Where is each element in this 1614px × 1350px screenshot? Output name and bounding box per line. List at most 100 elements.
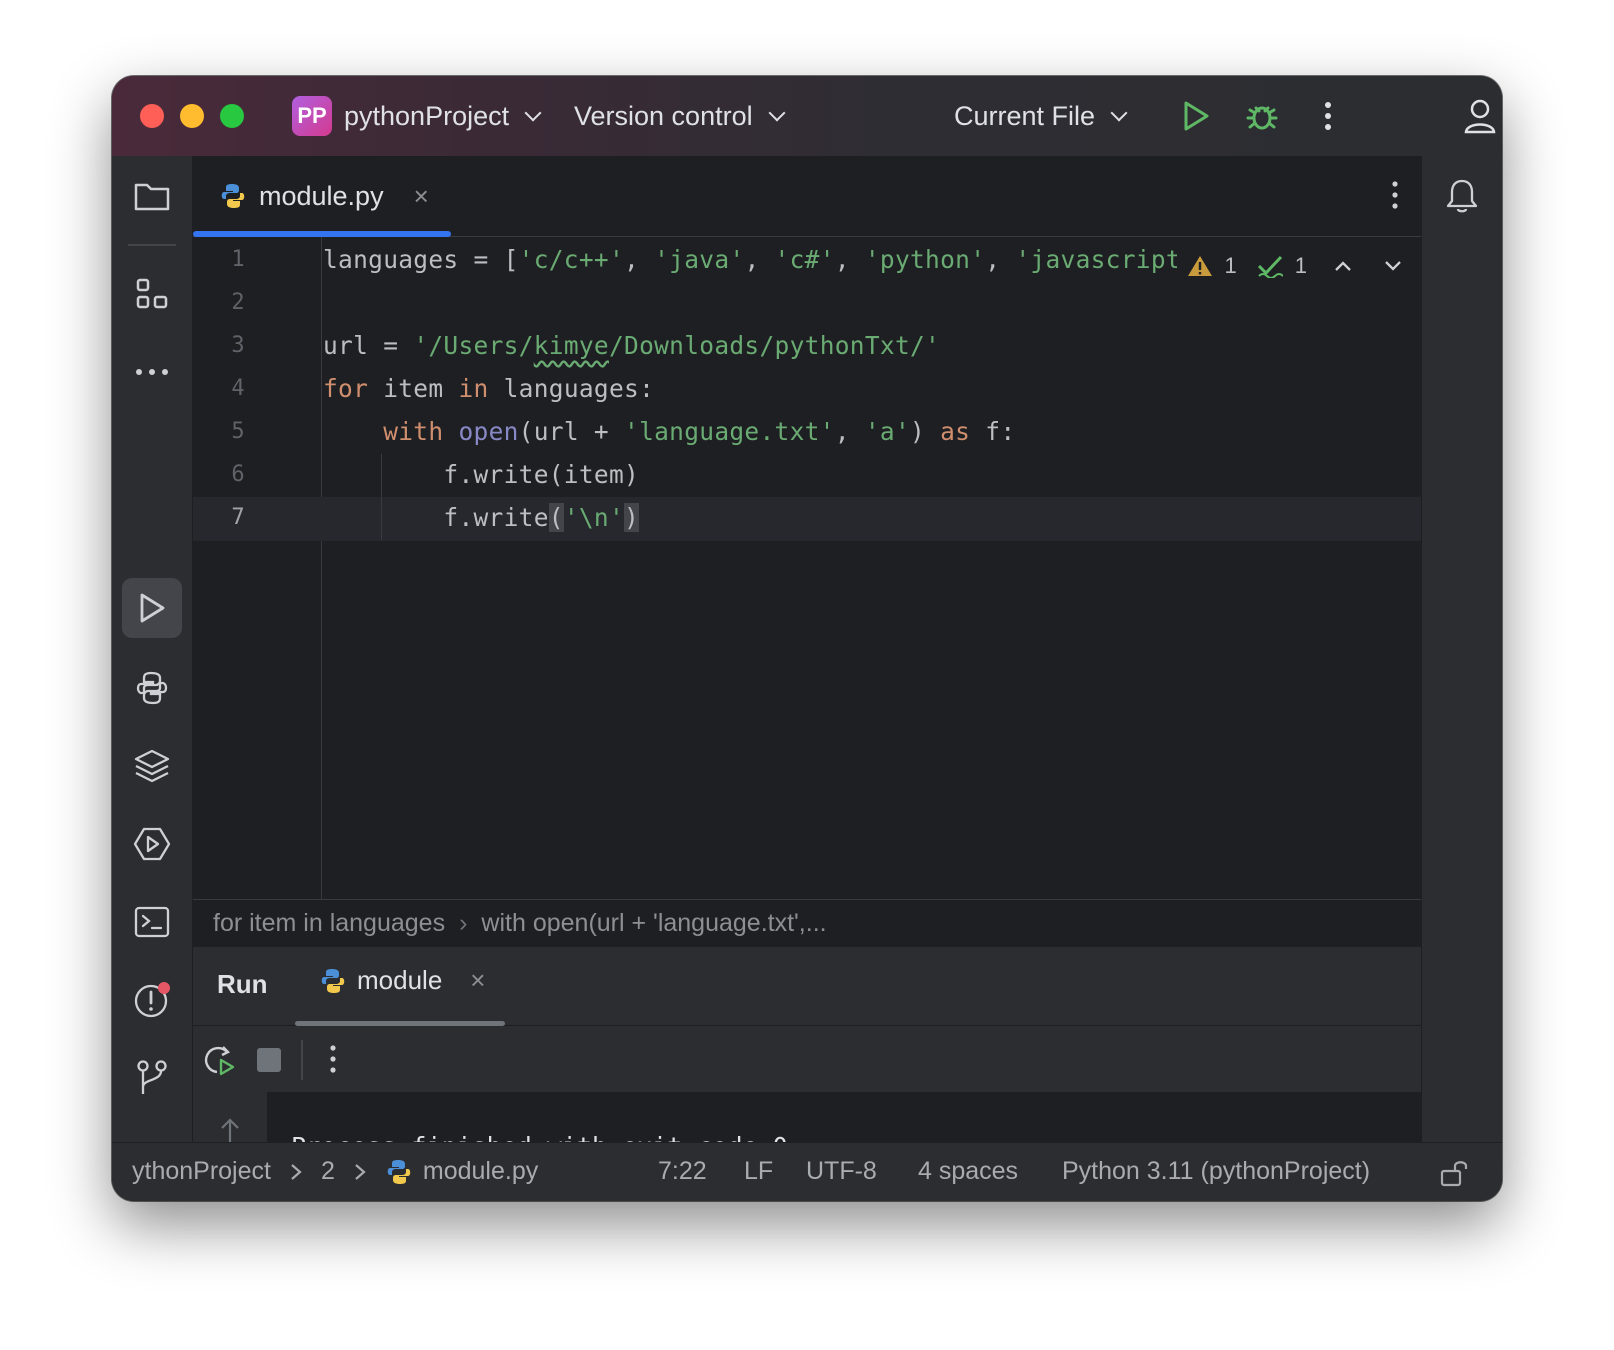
toolbar-separator	[301, 1040, 303, 1080]
line-number: 7	[231, 505, 245, 530]
navigation-path: ythonProject 2 module.py	[132, 1157, 538, 1186]
breadcrumb-item[interactable]: for item in languages	[213, 909, 445, 938]
notifications-icon	[1446, 179, 1478, 213]
python-file-icon	[221, 184, 245, 208]
terminal-icon	[134, 906, 170, 938]
warning-count: 1	[1224, 253, 1237, 278]
run-more-button[interactable]	[329, 1044, 337, 1074]
run-config-selector[interactable]: Current File	[954, 98, 1128, 134]
code-line[interactable]: 1 languages = ['c/c++', 'java', 'c#', 'p…	[193, 239, 1421, 283]
run-toolbar	[193, 1026, 1421, 1092]
services-icon	[133, 827, 171, 861]
account-icon	[1464, 99, 1496, 134]
indent-setting[interactable]: 4 spaces	[918, 1157, 1018, 1186]
tab-filename: module.py	[259, 180, 384, 211]
typo-check-icon	[1257, 255, 1283, 278]
scroll-up-button[interactable]	[219, 1116, 241, 1144]
code-editor[interactable]: 1 languages = ['c/c++', 'java', 'c#', 'p…	[193, 237, 1421, 899]
breadcrumb: for item in languages › with open(url + …	[193, 899, 1421, 947]
problems-tool-button[interactable]	[122, 970, 182, 1030]
python-console-icon	[136, 671, 168, 705]
code-line[interactable]: 2	[193, 282, 1421, 326]
editor-tabs: module.py ×	[193, 156, 1421, 237]
close-window-button[interactable]	[140, 104, 164, 128]
structure-tool-button[interactable]	[122, 264, 182, 324]
editor-tab-module[interactable]: module.py ×	[193, 156, 451, 237]
zoom-window-button[interactable]	[220, 104, 244, 128]
python-packages-icon	[134, 749, 170, 783]
run-tab-module[interactable]: module ×	[319, 965, 485, 996]
warning-icon	[1187, 256, 1212, 276]
debug-button[interactable]	[1240, 94, 1284, 138]
check-count: 1	[1294, 253, 1307, 278]
git-tool-button[interactable]	[122, 1048, 182, 1108]
read-only-toggle[interactable]	[1440, 1159, 1470, 1187]
git-icon	[137, 1060, 167, 1094]
terminal-tool-button[interactable]	[122, 892, 182, 952]
ide-window: PP pythonProject Version control Current…	[112, 76, 1502, 1201]
version-control-menu[interactable]: Version control	[574, 98, 786, 134]
more-actions-button[interactable]	[1306, 94, 1350, 138]
chevron-up-icon[interactable]	[1333, 259, 1353, 273]
python-console-tool-button[interactable]	[122, 658, 182, 718]
code-line[interactable]: 4 for item in languages:	[193, 368, 1421, 412]
run-icon	[1184, 101, 1209, 131]
right-tool-window-bar	[1421, 156, 1502, 1142]
run-panel-title: Run	[217, 969, 268, 999]
editor-tab-options-button[interactable]	[1391, 180, 1399, 210]
more-icon	[1392, 181, 1398, 209]
run-config-label: Current File	[954, 100, 1096, 131]
project-selector[interactable]: pythonProject	[344, 98, 542, 134]
chevron-down-icon[interactable]	[1383, 259, 1403, 273]
code-line[interactable]: 6 f.write(item)	[193, 454, 1421, 498]
version-control-label: Version control	[574, 100, 753, 131]
code-text: with open(url + 'language.txt', 'a') as …	[383, 417, 1016, 446]
structure-icon	[136, 278, 168, 309]
debug-icon	[1246, 106, 1278, 130]
inspection-widget[interactable]: 1 1	[1176, 253, 1403, 279]
chevron-down-icon	[524, 104, 542, 122]
line-number: 2	[231, 290, 245, 315]
minimize-window-button[interactable]	[180, 104, 204, 128]
code-line-current[interactable]: 7 f.write('\n')	[193, 497, 1421, 541]
more-icon	[1325, 102, 1331, 130]
project-tool-button[interactable]	[122, 166, 182, 226]
title-bar: PP pythonProject Version control Current…	[112, 76, 1502, 156]
run-tool-icon	[140, 593, 165, 623]
notifications-button[interactable]	[1432, 166, 1492, 226]
python-interpreter[interactable]: Python 3.11 (pythonProject)	[1062, 1157, 1370, 1186]
path-file[interactable]: module.py	[423, 1157, 538, 1186]
cursor-position[interactable]: 7:22	[658, 1157, 707, 1186]
line-ending[interactable]: LF	[744, 1157, 773, 1186]
project-badge[interactable]: PP	[292, 96, 332, 136]
toolbar-separator	[128, 244, 176, 246]
file-encoding[interactable]: UTF-8	[806, 1157, 877, 1186]
code-line[interactable]: 3 url = '/Users/kimye/Downloads/pythonTx…	[193, 325, 1421, 369]
tab-close-icon[interactable]: ×	[414, 181, 429, 212]
line-number: 1	[231, 247, 245, 272]
run-panel-header: Run module ×	[193, 947, 1421, 1026]
breadcrumb-item[interactable]: with open(url + 'language.txt',...	[481, 909, 826, 938]
run-tab-close-icon[interactable]: ×	[470, 965, 485, 996]
python-packages-tool-button[interactable]	[122, 736, 182, 796]
chevron-down-icon	[768, 104, 786, 122]
project-name: pythonProject	[344, 100, 510, 131]
code-text: for item in languages:	[323, 374, 655, 403]
more-tool-windows-button[interactable]	[122, 342, 182, 402]
chevron-right-icon	[291, 1163, 302, 1180]
path-folder[interactable]: 2	[321, 1157, 335, 1186]
more-tools-icon	[136, 369, 168, 375]
more-icon	[330, 1045, 336, 1073]
rerun-icon	[204, 1046, 235, 1076]
run-tool-button[interactable]	[122, 578, 182, 638]
line-number: 3	[231, 333, 245, 358]
account-button[interactable]	[1458, 94, 1502, 138]
path-project[interactable]: ythonProject	[132, 1157, 271, 1186]
code-line[interactable]: 5 with open(url + 'language.txt', 'a') a…	[193, 411, 1421, 455]
line-number: 6	[231, 462, 245, 487]
rerun-button[interactable]	[203, 1044, 237, 1076]
code-text: f.write(item)	[323, 460, 640, 489]
services-tool-button[interactable]	[122, 814, 182, 874]
run-button[interactable]	[1174, 94, 1218, 138]
stop-button[interactable]	[257, 1048, 281, 1072]
